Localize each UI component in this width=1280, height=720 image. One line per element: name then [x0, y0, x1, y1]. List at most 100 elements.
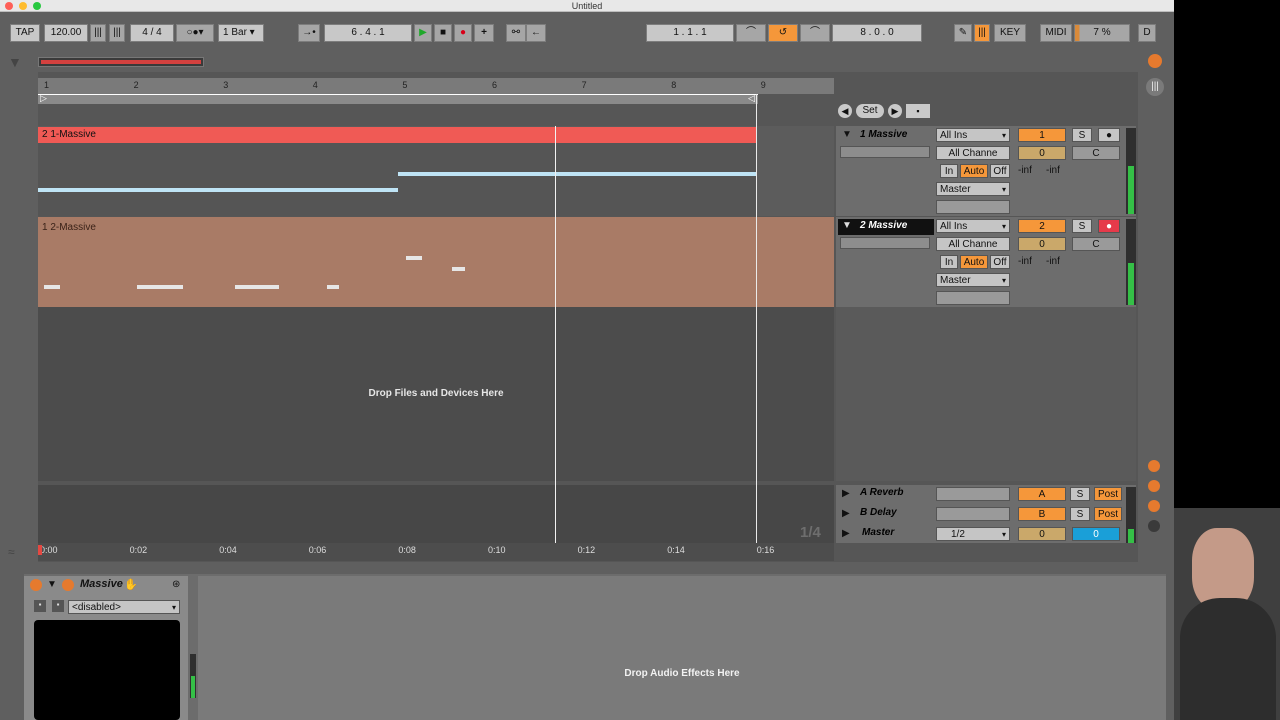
device-save-icon[interactable]: ▪ — [52, 600, 64, 612]
draw-mode-icon[interactable]: ✎ — [954, 24, 972, 42]
track1-output-channel[interactable] — [936, 200, 1010, 214]
track2-monitor-off[interactable]: Off — [990, 255, 1010, 269]
automation-arm-button[interactable]: ⚯ — [506, 24, 526, 42]
audio-effects-drop-zone[interactable] — [198, 576, 1166, 720]
device-edit-icon[interactable] — [62, 579, 74, 591]
quantize-dropdown[interactable]: 1 Bar ▾ — [218, 24, 264, 42]
track2-clip-slot[interactable] — [840, 237, 930, 249]
return-b-fold-icon[interactable]: ▶ — [842, 508, 850, 519]
track2-pan[interactable]: C — [1072, 237, 1120, 251]
loop-brace[interactable] — [38, 94, 758, 104]
return-b-solo[interactable]: S — [1070, 507, 1090, 521]
record-button[interactable]: ● — [454, 24, 472, 42]
metronome-button[interactable]: ○●▾ — [176, 24, 214, 42]
midi-note[interactable] — [235, 285, 279, 289]
return-a-solo[interactable]: S — [1070, 487, 1090, 501]
track2-solo[interactable]: S — [1072, 219, 1092, 233]
midi-note[interactable] — [452, 267, 465, 271]
tempo-field[interactable]: 120.00 — [44, 24, 88, 42]
track1-channel-dropdown[interactable]: All Channe — [936, 146, 1010, 160]
track1-clip-slot[interactable] — [840, 146, 930, 158]
nudge-down-button[interactable]: ||| — [90, 24, 106, 42]
loop-length-field[interactable]: 8 . 0 . 0 — [832, 24, 922, 42]
device-activator-icon[interactable] — [30, 579, 42, 591]
prev-locator-button[interactable]: ◀ — [838, 104, 852, 118]
track1-output-dropdown[interactable]: Master ▾ — [936, 182, 1010, 196]
sends-toggle-icon[interactable] — [1148, 480, 1160, 492]
track1-solo[interactable]: S — [1072, 128, 1092, 142]
track1-pan[interactable]: C — [1072, 146, 1120, 160]
track2-monitor-auto[interactable]: Auto — [960, 255, 988, 269]
tap-button[interactable]: TAP — [10, 24, 40, 42]
return-a-clip-slot[interactable] — [936, 487, 1010, 501]
track1-clip-body[interactable] — [38, 143, 756, 216]
computer-midi-keyboard-button[interactable]: ||| — [974, 24, 990, 42]
track2-channel-dropdown[interactable]: All Channe — [936, 237, 1010, 251]
track2-output-dropdown[interactable]: Master ▾ — [936, 273, 1010, 287]
track2-clip[interactable]: 1 2-Massive — [38, 217, 834, 307]
return-b-post[interactable]: Post — [1094, 507, 1122, 521]
beat-time-ruler[interactable] — [38, 78, 834, 94]
browser-toggle-icon[interactable] — [1148, 54, 1162, 68]
master-volume[interactable]: 0 — [1018, 527, 1066, 541]
io-toggle-icon[interactable] — [1148, 460, 1160, 472]
return-b-activator[interactable]: B — [1018, 507, 1066, 521]
track2-title[interactable]: ▼ 2 Massive — [838, 219, 934, 235]
track1-clip-header[interactable]: 2 1-Massive — [38, 127, 756, 143]
master-fold-icon[interactable]: ▶ — [842, 528, 850, 539]
preset-dropdown[interactable]: <disabled> ▾ — [68, 600, 180, 614]
return-a-activator[interactable]: A — [1018, 487, 1066, 501]
midi-map-button[interactable]: MIDI — [1040, 24, 1072, 42]
track2-output-channel[interactable] — [936, 291, 1010, 305]
device-fold-icon[interactable]: ▼ — [47, 579, 57, 590]
automation-toggle-icon[interactable]: ≈ — [8, 545, 28, 559]
nudge-up-button[interactable]: ||| — [109, 24, 125, 42]
mixer-toggle-icon[interactable]: ||| — [1146, 78, 1164, 96]
track1-monitor-off[interactable]: Off — [990, 164, 1010, 178]
time-signature-field[interactable]: 4 / 4 — [130, 24, 174, 42]
track1-volume[interactable]: 0 — [1018, 146, 1066, 160]
track2-activator[interactable]: 2 — [1018, 219, 1066, 233]
loop-start-field[interactable]: 1 . 1 . 1 — [646, 24, 734, 42]
loop-end-marker[interactable]: ◁ — [748, 93, 755, 104]
time-ruler[interactable] — [38, 543, 834, 561]
device-options-icon[interactable]: ⊛ — [172, 579, 180, 590]
midi-note[interactable] — [327, 285, 339, 289]
track1-activator[interactable]: 1 — [1018, 128, 1066, 142]
arrangement-menu-icon[interactable]: ▼ — [8, 54, 28, 70]
track1-fold-icon[interactable]: ▼ — [842, 129, 852, 140]
mixer-toggle-icon[interactable] — [1148, 520, 1160, 532]
set-locator-button[interactable]: Set — [856, 104, 884, 118]
track1-monitor-in[interactable]: In — [940, 164, 958, 178]
midi-note[interactable] — [44, 285, 60, 289]
punch-out-button[interactable]: ⌒ — [800, 24, 830, 42]
track2-fold-icon[interactable]: ▼ — [842, 220, 852, 231]
song-position-field[interactable]: 6 . 4 . 1 — [324, 24, 412, 42]
track2-input-dropdown[interactable]: All Ins ▾ — [936, 219, 1010, 233]
punch-in-button[interactable]: ⌒ — [736, 24, 766, 42]
back-to-arrangement-button[interactable]: ← — [526, 24, 546, 42]
play-button[interactable]: ▶ — [414, 24, 432, 42]
midi-note[interactable] — [406, 256, 422, 260]
next-locator-button[interactable]: ▶ — [888, 104, 902, 118]
return-b-clip-slot[interactable] — [936, 507, 1010, 521]
return-a-post[interactable]: Post — [1094, 487, 1122, 501]
track1-monitor-auto[interactable]: Auto — [960, 164, 988, 178]
loop-start-marker[interactable]: ▷ — [40, 93, 47, 104]
follow-button[interactable]: →• — [298, 24, 320, 42]
key-map-button[interactable]: KEY — [994, 24, 1026, 42]
track2-arm-icon[interactable]: ● — [1098, 219, 1120, 233]
locator-list-icon[interactable]: ▪ — [906, 104, 930, 118]
return-a-fold-icon[interactable]: ▶ — [842, 488, 850, 499]
midi-note[interactable] — [137, 285, 183, 289]
track1-input-dropdown[interactable]: All Ins ▾ — [936, 128, 1010, 142]
loop-switch-button[interactable]: ↺ — [768, 24, 798, 42]
track2-volume[interactable]: 0 — [1018, 237, 1066, 251]
overview-bar[interactable] — [38, 57, 204, 67]
stop-button[interactable]: ■ — [434, 24, 452, 42]
returns-toggle-icon[interactable] — [1148, 500, 1160, 512]
track1-arm-icon[interactable]: ● — [1098, 128, 1120, 142]
master-output-dropdown[interactable]: 1/2 ▾ — [936, 527, 1010, 541]
master-pan[interactable]: 0 — [1072, 527, 1120, 541]
track1-title[interactable]: ▼ 1 Massive — [838, 128, 934, 144]
